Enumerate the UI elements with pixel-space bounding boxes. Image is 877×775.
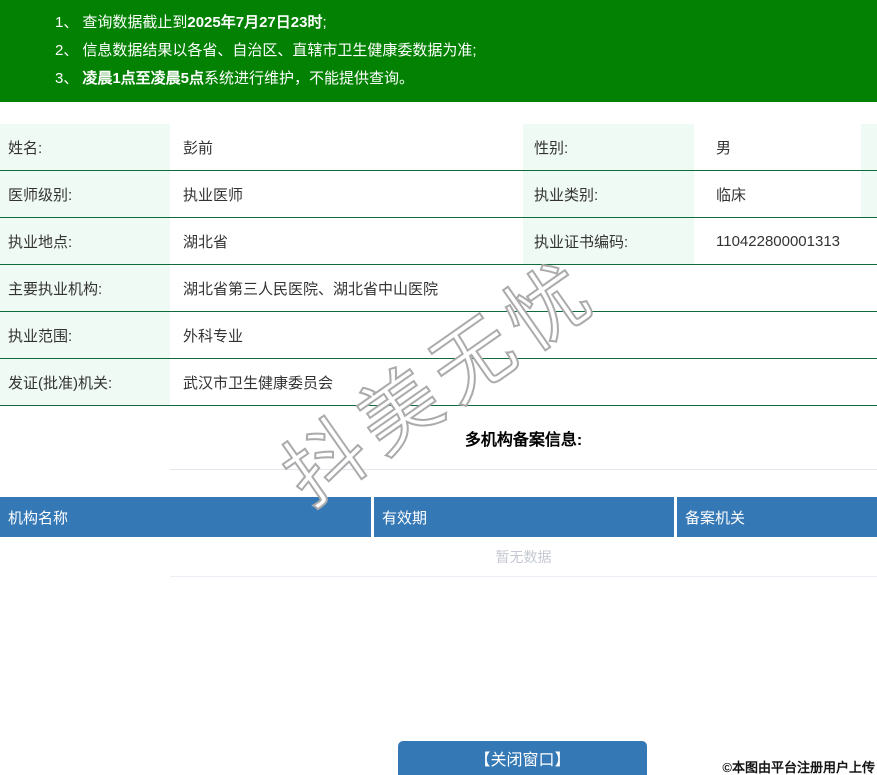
close-window-button[interactable]: 【关闭窗口】 <box>398 741 647 775</box>
practice-location-label: 执业地点: <box>0 218 170 264</box>
gender-value: 男 <box>716 139 732 157</box>
certificate-number-label: 执业证书编码: <box>523 218 694 264</box>
practice-category-label: 执业类别: <box>523 171 694 217</box>
notice-number: 2、 <box>55 42 79 59</box>
table-row-issuer: 发证(批准)机关: 武汉市卫生健康委员会 <box>0 359 877 406</box>
practice-scope-label: 执业范围: <box>0 312 170 358</box>
certificate-number-value: 110422800001313 <box>716 232 841 250</box>
copyright-stamp: ©本图由平台注册用户上传 <box>722 760 875 775</box>
column-header-institution: 机构名称 <box>0 497 371 537</box>
filing-section-title-row: 多机构备案信息: <box>170 406 877 470</box>
name-value: 彭前 <box>183 139 214 157</box>
notice-text: 信息数据结果以各省、自治区、直辖市卫生健康委数据为准; <box>82 42 477 59</box>
doctor-level-value: 执业医师 <box>183 186 244 204</box>
column-header-filing-authority: 备案机关 <box>677 497 877 537</box>
row-end-spacer <box>861 171 877 217</box>
main-org-label: 主要执业机构: <box>0 265 170 311</box>
notice-text: ; <box>322 14 327 31</box>
table-row-scope: 执业范围: 外科专业 <box>0 312 877 359</box>
notice-text-bold: 凌晨1点至凌晨5点 <box>82 70 205 87</box>
practice-scope-value: 外科专业 <box>183 327 244 345</box>
practitioner-info-table: 姓名: 彭前 性别: 男 医师级别: 执业医师 执业类别: 临床 执业地点: 湖… <box>0 124 877 406</box>
filing-table-header: 机构名称 有效期 备案机关 <box>0 497 877 537</box>
table-row-name-gender: 姓名: 彭前 性别: 男 <box>0 124 877 171</box>
table-row-main-org: 主要执业机构: 湖北省第三人民医院、湖北省中山医院 <box>0 265 877 312</box>
notice-line-3: 3、 凌晨1点至凌晨5点系统进行维护，不能提供查询。 <box>55 65 877 93</box>
table-row-level-category: 医师级别: 执业医师 执业类别: 临床 <box>0 171 877 218</box>
notice-text-bold: 2025年7月27日23时 <box>187 14 323 31</box>
filing-section-title: 多机构备案信息: <box>464 431 583 449</box>
notice-line-2: 2、 信息数据结果以各省、自治区、直辖市卫生健康委数据为准; <box>55 37 877 65</box>
filing-table: 机构名称 有效期 备案机关 暂无数据 <box>0 497 877 577</box>
notice-banner: 1、 查询数据截止到2025年7月27日23时; 2、 信息数据结果以各省、自治区、… <box>0 0 877 102</box>
empty-data-row: 暂无数据 <box>170 537 877 577</box>
main-org-value: 湖北省第三人民医院、湖北省中山医院 <box>183 280 439 298</box>
issuing-authority-value: 武汉市卫生健康委员会 <box>183 374 334 392</box>
notice-line-1: 1、 查询数据截止到2025年7月27日23时; <box>55 9 877 37</box>
empty-data-text: 暂无数据 <box>495 548 552 565</box>
practice-category-value: 临床 <box>716 186 747 204</box>
doctor-level-label: 医师级别: <box>0 171 170 217</box>
gender-label: 性别: <box>523 124 694 170</box>
notice-number: 3、 <box>55 70 79 87</box>
notice-text: 系统进行维护，不能提供查询。 <box>204 70 415 87</box>
table-row-location-cert: 执业地点: 湖北省 执业证书编码: 110422800001313 <box>0 218 877 265</box>
practice-location-value: 湖北省 <box>183 233 229 251</box>
issuing-authority-label: 发证(批准)机关: <box>0 359 170 405</box>
notice-number: 1、 <box>55 14 79 31</box>
name-label: 姓名: <box>0 124 170 170</box>
column-header-validity: 有效期 <box>374 497 674 537</box>
page: 1、 查询数据截止到2025年7月27日23时; 2、 信息数据结果以各省、自治区、… <box>0 0 877 775</box>
row-end-spacer <box>861 124 877 170</box>
notice-text: 查询数据截止到 <box>82 14 188 31</box>
